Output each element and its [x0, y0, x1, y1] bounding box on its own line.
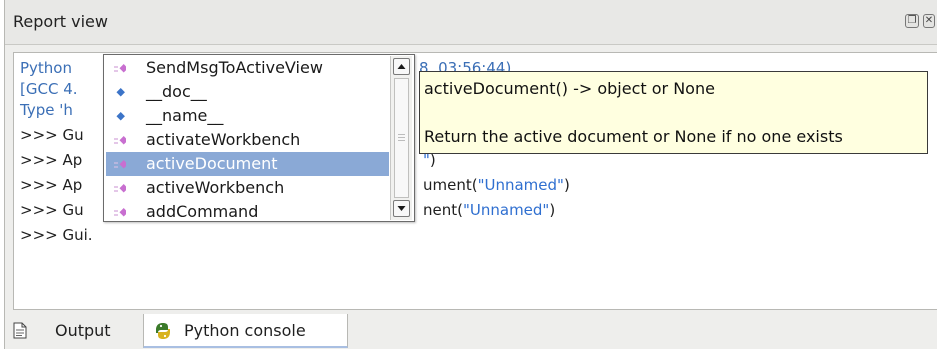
completion-item[interactable]: __name__	[106, 104, 389, 128]
arrow-down-icon	[397, 206, 406, 211]
tab-python-console[interactable]: Python console	[143, 314, 348, 348]
popup-scrollbar[interactable]	[390, 56, 412, 220]
console-line: >>> Gu	[20, 201, 84, 219]
scroll-thumb[interactable]	[394, 78, 409, 198]
console-line: >>> Gui.	[20, 226, 93, 244]
completion-item-selected[interactable]: activeDocument	[106, 152, 389, 176]
completion-item[interactable]: __doc__	[106, 80, 389, 104]
method-icon	[114, 184, 126, 193]
calltip-description: Return the active document or None if no…	[424, 127, 843, 146]
console-line: >>> Gu	[20, 126, 84, 144]
calltip-signature: activeDocument() -> object or None	[424, 79, 715, 98]
bottom-tab-bar: Output Python console	[5, 312, 937, 349]
python-icon	[156, 323, 170, 339]
scroll-up-button[interactable]	[393, 58, 410, 75]
arrow-up-icon	[397, 64, 406, 69]
panel-title: Report view	[13, 12, 108, 31]
report-view-panel: Report view ❐ ✕ Python [GCC 4. Type 'h >…	[4, 0, 937, 349]
completion-item[interactable]: SendMsgToActiveView	[106, 56, 389, 80]
method-icon	[114, 136, 126, 145]
method-icon	[114, 64, 126, 73]
completion-item[interactable]: activeWorkbench	[106, 176, 389, 200]
console-line: Python	[20, 59, 77, 77]
console-line: Type 'h	[20, 101, 73, 119]
calltip-tooltip: activeDocument() -> object or None Retur…	[419, 71, 928, 154]
console-line: [GCC 4.	[20, 80, 78, 98]
method-icon	[114, 160, 126, 169]
completion-item[interactable]: activateWorkbench	[106, 128, 389, 152]
scroll-down-button[interactable]	[393, 200, 410, 217]
console-line: >>> Ap	[20, 151, 83, 169]
autocomplete-popup[interactable]: SendMsgToActiveView __doc__ __name__ act…	[103, 54, 415, 222]
attribute-icon	[116, 112, 125, 121]
float-window-icon[interactable]: ❐	[905, 14, 919, 28]
console-line: >>> Ap	[20, 176, 83, 194]
completion-item[interactable]: addCommand	[106, 200, 389, 221]
close-window-icon[interactable]: ✕	[923, 14, 935, 28]
document-icon	[13, 322, 27, 339]
panel-titlebar: Report view ❐ ✕	[5, 0, 937, 45]
attribute-icon	[116, 88, 125, 97]
console-line-fragment: nent("Unnamed")	[423, 201, 556, 219]
method-icon	[114, 208, 126, 217]
console-line-fragment: ument("Unnamed")	[423, 176, 570, 194]
tab-output[interactable]: Output	[5, 314, 133, 348]
